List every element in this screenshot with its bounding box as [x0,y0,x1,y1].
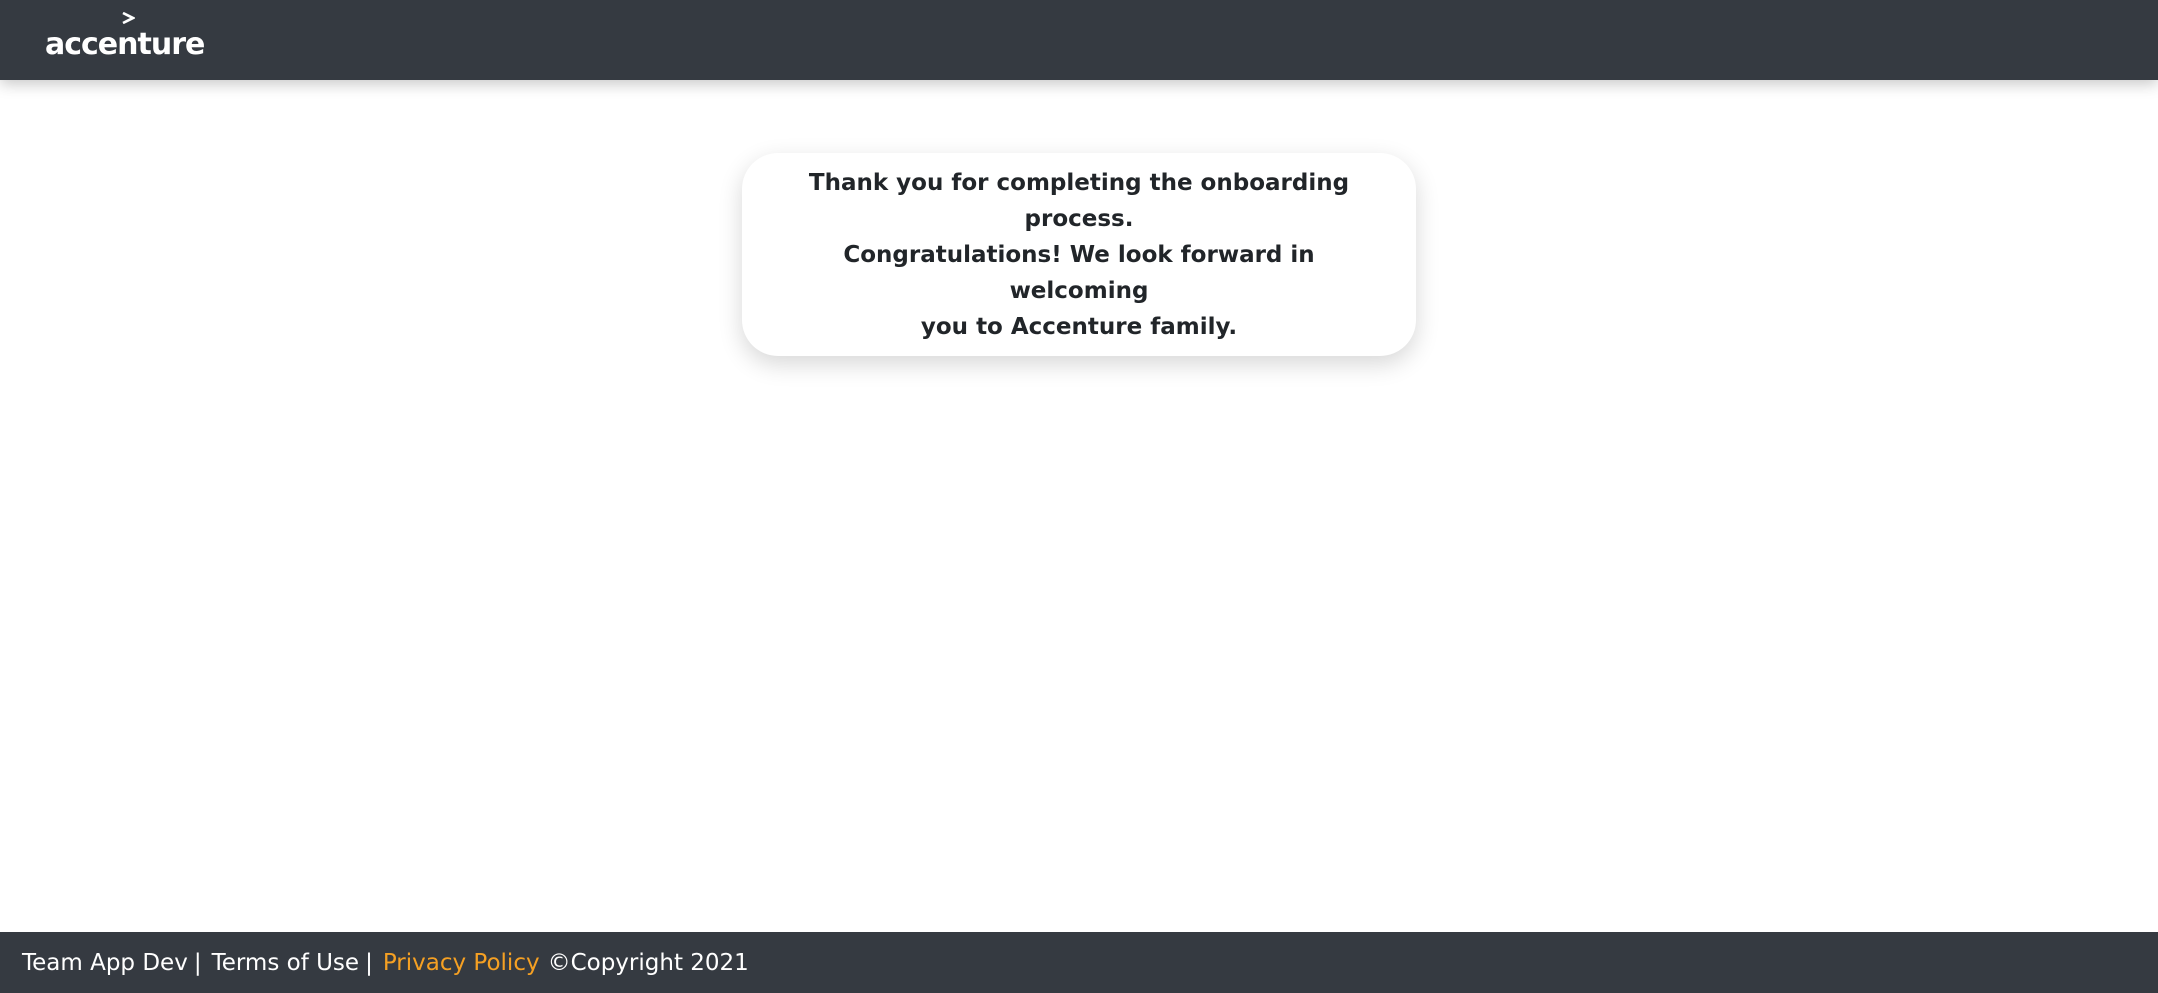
footer-separator: | [365,949,373,976]
message-line-2: Congratulations! We look forward in welc… [843,241,1315,304]
top-header: accenture [0,0,2158,80]
completion-message-card: Thank you for completing the onboarding … [742,153,1416,356]
completion-message: Thank you for completing the onboarding … [782,165,1376,345]
accenture-logo[interactable]: accenture [45,12,205,62]
page: accenture Thank you for completing the o… [0,0,2158,993]
logo-text: accenture [45,27,205,62]
footer-privacy-link[interactable]: Privacy Policy [383,950,540,976]
accenture-chevron-icon [122,12,135,24]
page-footer: Team App Dev | Terms of Use | Privacy Po… [0,932,2158,993]
footer-copyright: ©Copyright 2021 [547,949,749,976]
message-line-3: you to Accenture family. [920,313,1238,340]
message-line-1: Thank you for completing the onboarding … [808,169,1350,232]
footer-terms-link[interactable]: Terms of Use [212,950,360,976]
footer-separator: | [193,949,202,976]
footer-team-link[interactable]: Team App Dev [22,950,188,976]
